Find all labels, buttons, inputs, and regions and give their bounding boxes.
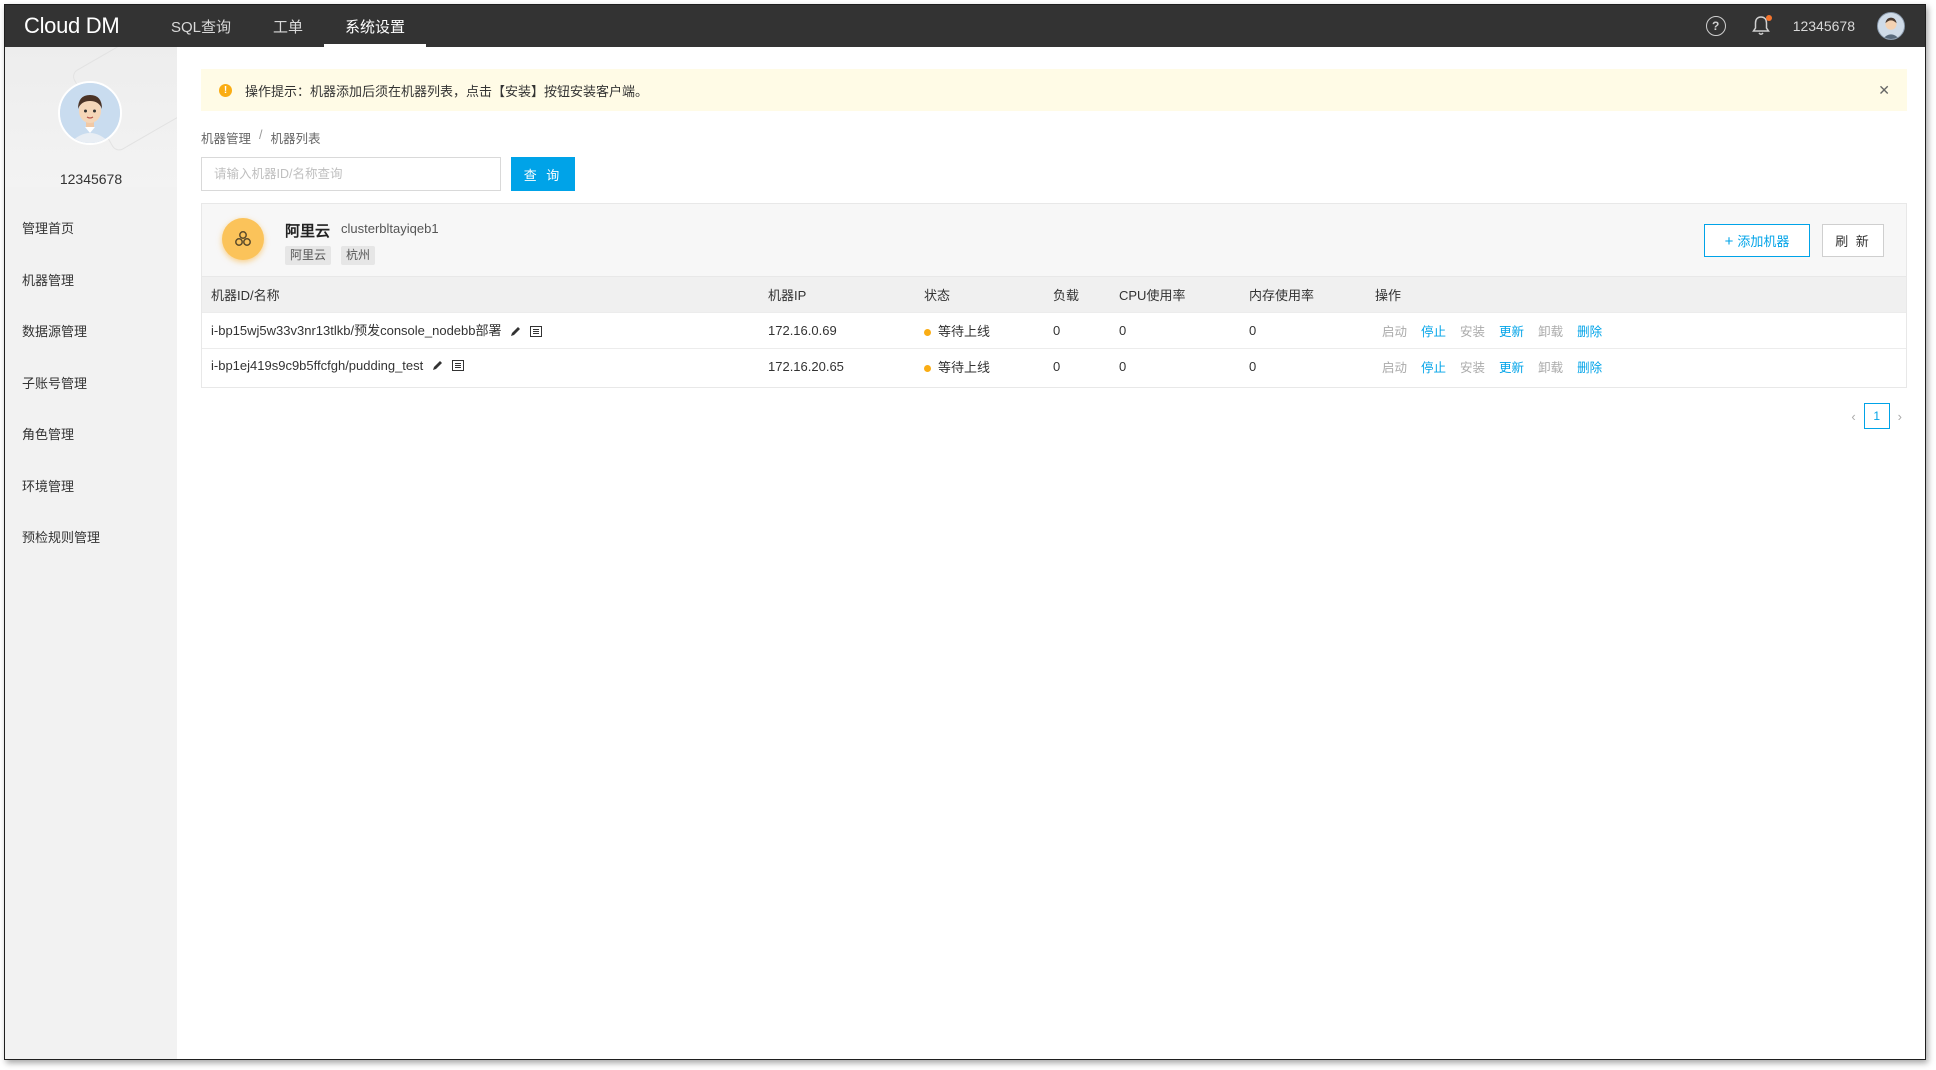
sidebar-item-datasources[interactable]: 数据源管理 — [5, 322, 177, 374]
install-action: 安装 — [1460, 360, 1486, 375]
topbar-actions: ? 12345678 — [1705, 5, 1925, 47]
table-row: i-bp15wj5w33v3nr13tlkb/预发console_nodebb部… — [202, 312, 1906, 348]
main-nav: SQL查询 工单 系统设置 — [149, 5, 427, 47]
breadcrumb-separator: / — [259, 128, 263, 142]
machine-name: i-bp1ej419s9c9b5ffcfgh/pudding_test — [211, 358, 424, 374]
nav-system-settings[interactable]: 系统设置 — [324, 5, 427, 47]
nav-work-order[interactable]: 工单 — [252, 5, 324, 47]
cluster-tags: 阿里云 杭州 — [285, 246, 385, 265]
refresh-button[interactable]: 刷 新 — [1822, 224, 1884, 257]
start-action: 启动 — [1382, 360, 1408, 375]
col-load: 负载 — [1053, 287, 1080, 303]
app-logo[interactable]: Cloud DM — [24, 13, 149, 39]
nav-sql-query[interactable]: SQL查询 — [149, 5, 252, 47]
cell-load: 0 — [1053, 358, 1061, 374]
cell-memory: 0 — [1249, 358, 1257, 374]
status-text: 等待上线 — [938, 323, 991, 339]
notification-bell-icon[interactable] — [1751, 15, 1772, 37]
chevron-right-icon[interactable]: › — [1890, 409, 1910, 424]
breadcrumb: 机器管理 / 机器列表 — [201, 128, 321, 147]
top-navigation-bar: Cloud DM SQL查询 工单 系统设置 ? 12345678 — [5, 5, 1925, 47]
uninstall-action: 卸载 — [1538, 360, 1564, 375]
install-action: 安装 — [1460, 324, 1486, 339]
stop-action[interactable]: 停止 — [1421, 361, 1446, 375]
col-actions: 操作 — [1375, 287, 1402, 303]
machine-table: 机器ID/名称 机器IP 状态 负载 CPU使用率 内存使用率 操作 i-bp1… — [202, 277, 1906, 384]
cell-machine-name: i-bp15wj5w33v3nr13tlkb/预发console_nodebb部… — [202, 312, 759, 348]
cell-actions: 启动 停止 安装 更新 卸载 删除 — [1366, 312, 1906, 348]
cell-load: 0 — [1053, 322, 1061, 338]
add-machine-button[interactable]: + 添加机器 — [1704, 224, 1810, 257]
machine-name: i-bp15wj5w33v3nr13tlkb/预发console_nodebb部… — [211, 323, 502, 339]
status-dot — [924, 364, 931, 372]
cluster-icon — [222, 218, 264, 260]
sidebar-item-machines[interactable]: 机器管理 — [5, 271, 177, 323]
detail-icon[interactable] — [451, 359, 464, 374]
sidebar-avatar — [58, 81, 122, 145]
edit-icon[interactable] — [432, 359, 443, 374]
cell-ip: 172.16.20.65 — [768, 358, 844, 374]
delete-action[interactable]: 删除 — [1577, 361, 1602, 375]
pagination: ‹ 1 › — [1843, 403, 1910, 429]
table-row: i-bp1ej419s9c9b5ffcfgh/pudding_test 172.… — [202, 348, 1906, 384]
stop-action[interactable]: 停止 — [1421, 325, 1446, 339]
breadcrumb-parent[interactable]: 机器管理 — [201, 128, 251, 147]
cluster-name: 阿里云 — [285, 223, 331, 240]
update-action[interactable]: 更新 — [1499, 325, 1524, 339]
cell-status: 等待上线 — [915, 348, 1044, 384]
sidebar-username: 12345678 — [59, 171, 123, 187]
add-machine-label: 添加机器 — [1737, 234, 1790, 249]
cell-cpu: 0 — [1119, 322, 1127, 338]
page-number[interactable]: 1 — [1863, 403, 1890, 429]
top-username[interactable]: 12345678 — [1793, 18, 1855, 34]
cell-memory: 0 — [1249, 322, 1257, 338]
breadcrumb-current: 机器列表 — [270, 132, 321, 146]
app-window: Cloud DM SQL查询 工单 系统设置 ? 12345678 123456… — [4, 4, 1926, 1060]
alert-text: 操作提示：机器添加后须在机器列表，点击【安装】按钮安装客户端。 — [245, 83, 649, 99]
update-action[interactable]: 更新 — [1499, 361, 1524, 375]
sidebar-menu: 管理首页 机器管理 数据源管理 子账号管理 角色管理 环境管理 预检规则管理 — [5, 219, 177, 580]
cluster-id: clusterbltayiqeb1 — [341, 221, 439, 236]
tag-region: 杭州 — [341, 246, 376, 265]
operation-tip-alert: ! 操作提示：机器添加后须在机器列表，点击【安装】按钮安装客户端。 ✕ — [201, 69, 1907, 111]
cell-status: 等待上线 — [915, 312, 1044, 348]
notification-dot — [1765, 15, 1772, 21]
search-button[interactable]: 查 询 — [511, 157, 575, 191]
plus-icon: + — [1724, 233, 1734, 250]
cell-ip: 172.16.0.69 — [768, 322, 837, 338]
col-machine-ip: 机器IP — [768, 287, 807, 303]
col-cpu: CPU使用率 — [1119, 287, 1186, 303]
machine-search-input[interactable] — [201, 157, 501, 191]
table-header-row: 机器ID/名称 机器IP 状态 负载 CPU使用率 内存使用率 操作 — [202, 277, 1906, 312]
cluster-panel: 阿里云 clusterbltayiqeb1 阿里云 杭州 + 添加机器 刷 新 机… — [201, 203, 1907, 388]
col-memory: 内存使用率 — [1249, 287, 1315, 303]
warning-icon: ! — [219, 83, 232, 97]
delete-action[interactable]: 删除 — [1577, 325, 1602, 339]
uninstall-action: 卸载 — [1538, 324, 1564, 339]
sidebar: 12345678 管理首页 机器管理 数据源管理 子账号管理 角色管理 环境管理… — [5, 47, 177, 1059]
main-content: ! 操作提示：机器添加后须在机器列表，点击【安装】按钮安装客户端。 ✕ 机器管理… — [177, 47, 1925, 1059]
sidebar-item-home[interactable]: 管理首页 — [5, 219, 177, 271]
sidebar-item-subaccounts[interactable]: 子账号管理 — [5, 374, 177, 426]
status-text: 等待上线 — [938, 359, 991, 375]
sidebar-item-precheck-rules[interactable]: 预检规则管理 — [5, 528, 177, 580]
col-machine-id: 机器ID/名称 — [211, 287, 280, 303]
detail-icon[interactable] — [529, 325, 542, 340]
tag-provider: 阿里云 — [285, 246, 332, 265]
sidebar-profile: 12345678 — [5, 47, 177, 187]
status-dot — [924, 328, 931, 336]
col-status: 状态 — [924, 287, 951, 303]
close-icon[interactable]: ✕ — [1878, 82, 1890, 99]
cell-machine-name: i-bp1ej419s9c9b5ffcfgh/pudding_test — [202, 348, 759, 384]
help-icon[interactable]: ? — [1705, 16, 1726, 36]
chevron-left-icon[interactable]: ‹ — [1843, 409, 1863, 424]
edit-icon[interactable] — [510, 325, 521, 340]
sidebar-item-environments[interactable]: 环境管理 — [5, 477, 177, 529]
cluster-header: 阿里云 clusterbltayiqeb1 阿里云 杭州 + 添加机器 刷 新 — [202, 204, 1906, 277]
cell-cpu: 0 — [1119, 358, 1127, 374]
sidebar-item-roles[interactable]: 角色管理 — [5, 425, 177, 477]
user-avatar[interactable] — [1877, 12, 1905, 40]
cell-actions: 启动 停止 安装 更新 卸载 删除 — [1366, 348, 1906, 384]
start-action: 启动 — [1382, 324, 1408, 339]
